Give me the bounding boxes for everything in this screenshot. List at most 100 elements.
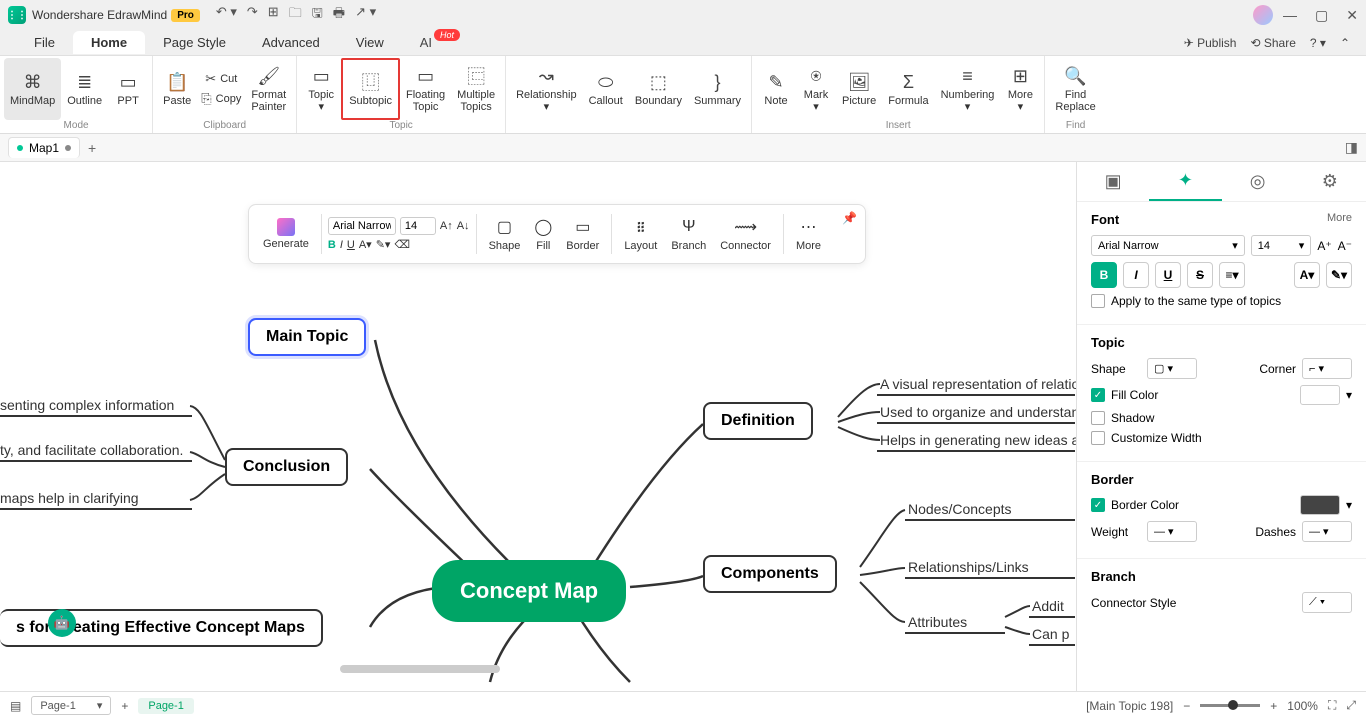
leaf-comp3a[interactable]: Addit [1032, 598, 1064, 614]
leaf-conc3[interactable]: maps help in clarifying [0, 490, 139, 506]
minimize-icon[interactable]: — [1283, 7, 1297, 24]
horizontal-scrollbar[interactable] [340, 665, 500, 673]
zoom-value[interactable]: 100% [1287, 699, 1318, 713]
undo-icon[interactable]: ↶ ▾ [216, 4, 237, 26]
share-button[interactable]: ⟲ Share [1250, 36, 1295, 50]
leaf-comp1[interactable]: Nodes/Concepts [908, 501, 1012, 517]
sp-bold-button[interactable]: B [1091, 262, 1117, 288]
connector-button[interactable]: ⟿Connector [714, 214, 777, 254]
multiple-topics-button[interactable]: ⿷Multiple Topics [451, 58, 501, 120]
leaf-conc1[interactable]: senting complex information [0, 397, 174, 413]
node-main-topic[interactable]: Main Topic [248, 318, 366, 356]
formula-button[interactable]: ΣFormula [882, 58, 934, 120]
underline-button[interactable]: U [347, 239, 355, 251]
find-replace-button[interactable]: 🔍Find Replace [1049, 58, 1101, 120]
panel-tab-style[interactable]: ✦ [1149, 162, 1221, 201]
help-icon[interactable]: ? ▾ [1310, 36, 1326, 50]
panel-tab-map[interactable]: ◎ [1222, 162, 1294, 201]
connector-style-select[interactable]: ⟋ ▾ [1302, 592, 1352, 613]
highlight-button[interactable]: ✎▾ [376, 238, 391, 251]
print-icon[interactable]: 🖶 [333, 4, 345, 26]
relationship-button[interactable]: ↝Relationship▾ [510, 58, 583, 120]
bordercolor-swatch[interactable] [1300, 495, 1340, 515]
canvas[interactable]: Generate A↑ A↓ B I U A▾ ✎▾ ⌫ [0, 162, 1076, 691]
fill-button[interactable]: ◯Fill [528, 214, 558, 254]
open-icon[interactable]: 🗀 [289, 4, 302, 26]
font-color-button[interactable]: A▾ [359, 238, 372, 251]
more-insert-button[interactable]: ⊞More▾ [1000, 58, 1040, 120]
italic-button[interactable]: I [340, 239, 343, 251]
font-size-select[interactable] [400, 217, 436, 235]
clear-format-button[interactable]: ⌫ [394, 238, 410, 251]
save-icon[interactable]: 🖫 [312, 4, 323, 26]
picture-button[interactable]: 🖼Picture [836, 58, 882, 120]
topic-button[interactable]: ▭Topic▾ [301, 58, 341, 120]
subtopic-button[interactable]: ⿶Subtopic [341, 58, 400, 120]
note-button[interactable]: ✎Note [756, 58, 796, 120]
menu-home[interactable]: Home [73, 31, 145, 54]
floating-topic-button[interactable]: ▭Floating Topic [400, 58, 451, 120]
fillcolor-checkbox[interactable]: ✓ [1091, 388, 1105, 402]
menu-advanced[interactable]: Advanced [244, 31, 338, 54]
sp-font-dec-icon[interactable]: A⁻ [1338, 239, 1352, 253]
leaf-comp2[interactable]: Relationships/Links [908, 559, 1029, 575]
callout-button[interactable]: ⬭Callout [583, 58, 629, 120]
node-conclusion[interactable]: Conclusion [225, 448, 348, 486]
panel-toggle-icon[interactable]: ◨ [1345, 139, 1358, 156]
add-page-button[interactable]: + [121, 699, 128, 713]
sp-align-button[interactable]: ≡▾ [1219, 262, 1245, 288]
add-tab-button[interactable]: + [88, 140, 96, 156]
sp-fontcolor-button[interactable]: A▾ [1294, 262, 1320, 288]
format-painter-button[interactable]: 🖌Format Painter [245, 58, 292, 120]
more-format-button[interactable]: ⋯More [790, 214, 827, 254]
doc-tab-map1[interactable]: Map1 [8, 137, 80, 158]
sp-font-inc-icon[interactable]: A⁺ [1317, 239, 1331, 253]
zoom-out-button[interactable]: − [1183, 699, 1190, 713]
node-components[interactable]: Components [703, 555, 837, 593]
cut-button[interactable]: ✂Cut [197, 69, 245, 89]
fit-icon[interactable]: ⛶ [1328, 698, 1336, 713]
menu-pagestyle[interactable]: Page Style [145, 31, 244, 54]
customwidth-checkbox[interactable] [1091, 431, 1105, 445]
mark-button[interactable]: ⍟Mark▾ [796, 58, 836, 120]
border-button[interactable]: ▭Border [560, 214, 605, 254]
shape-button[interactable]: ▢Shape [483, 214, 527, 254]
menu-view[interactable]: View [338, 31, 402, 54]
leaf-def1[interactable]: A visual representation of relatio [880, 376, 1076, 392]
maximize-icon[interactable]: ▢ [1315, 7, 1328, 24]
outline-view-icon[interactable]: ▤ [10, 699, 21, 713]
redo-icon[interactable]: ↷ [247, 4, 258, 26]
leaf-comp3[interactable]: Attributes [908, 614, 967, 630]
summary-button[interactable]: }Summary [688, 58, 747, 120]
chat-fab-icon[interactable]: 🤖 [48, 609, 76, 637]
ppt-mode-button[interactable]: ▭PPT [108, 58, 148, 120]
sp-strike-button[interactable]: S [1187, 262, 1213, 288]
layout-button[interactable]: ᎒᎒Layout [618, 214, 663, 254]
weight-select[interactable]: — ▾ [1147, 521, 1197, 542]
leaf-def2[interactable]: Used to organize and understan [880, 404, 1076, 420]
font-decrease-icon[interactable]: A↓ [457, 220, 470, 232]
zoom-slider[interactable] [1200, 704, 1260, 707]
outline-mode-button[interactable]: ≣Outline [61, 58, 108, 120]
menu-ai[interactable]: AIHot [402, 31, 450, 54]
sp-underline-button[interactable]: U [1155, 262, 1181, 288]
branch-button[interactable]: ΨBranch [665, 214, 712, 254]
menu-file[interactable]: File [16, 31, 73, 54]
sp-font-size[interactable]: 14▾ [1251, 235, 1312, 256]
collapse-ribbon-icon[interactable]: ⌃ [1340, 36, 1350, 50]
corner-select[interactable]: ⌐ ▾ [1302, 358, 1352, 379]
font-more-link[interactable]: More [1327, 212, 1352, 227]
sp-highlight-button[interactable]: ✎▾ [1326, 262, 1352, 288]
apply-same-type-checkbox[interactable] [1091, 294, 1105, 308]
close-icon[interactable]: ✕ [1346, 7, 1358, 24]
copy-button[interactable]: ⎘Copy [197, 89, 245, 109]
paste-button[interactable]: 📋Paste [157, 58, 197, 120]
user-avatar[interactable] [1253, 5, 1273, 25]
fillcolor-swatch[interactable] [1300, 385, 1340, 405]
bordercolor-checkbox[interactable]: ✓ [1091, 498, 1105, 512]
sp-font-family[interactable]: Arial Narrow▾ [1091, 235, 1245, 256]
font-increase-icon[interactable]: A↑ [440, 220, 453, 232]
boundary-button[interactable]: ⬚Boundary [629, 58, 688, 120]
numbering-button[interactable]: ≡Numbering▾ [935, 58, 1001, 120]
fullscreen-icon[interactable]: ⤢ [1346, 698, 1356, 713]
